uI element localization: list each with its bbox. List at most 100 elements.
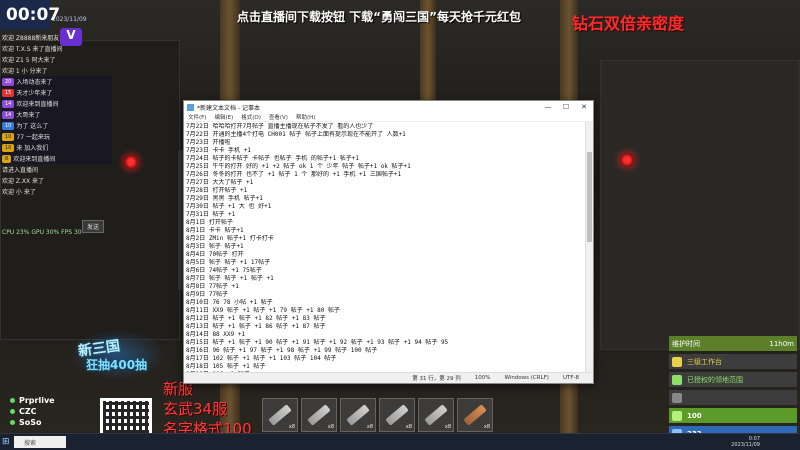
minimize-button[interactable]: — bbox=[539, 103, 557, 111]
fan-level-badge: 14 bbox=[2, 99, 15, 108]
chat-message: 10 77 一起来玩 bbox=[0, 131, 112, 142]
item-count: x8 bbox=[444, 424, 451, 430]
text-line: 8月13日 帖子 +1 帖子 +1 86 帖子 +1 87 帖子 bbox=[186, 323, 326, 330]
text-line: 8月10日 76 78 小帖 +1 帖子 bbox=[186, 299, 273, 306]
hotbar: x8 x8 x8 x8 x8 x8 bbox=[262, 398, 493, 432]
notepad-icon bbox=[187, 103, 194, 111]
hotbar-slot[interactable]: x8 bbox=[457, 398, 493, 432]
chat-message: 欢迎 T.X.S 来了直播间 bbox=[0, 43, 112, 54]
text-line: 8月12日 帖子 +1 帖子 +1 82 帖子 +1 83 帖子 bbox=[186, 315, 326, 322]
status-icon bbox=[672, 392, 682, 403]
windows-start-icon[interactable]: ⊞ bbox=[2, 437, 10, 447]
text-line: 8月4日 70帖子 打开 bbox=[186, 251, 244, 258]
menu-item[interactable]: 查看(V) bbox=[269, 113, 288, 121]
menu-item[interactable]: 格式(O) bbox=[241, 113, 261, 121]
menu-item[interactable]: 编辑(E) bbox=[214, 113, 233, 121]
text-line: 7月22日 开通的主播4个打电 CH001 帖子 帖子上面有提示现在不能开了 人… bbox=[186, 131, 406, 138]
chat-message: 欢迎 Z8888新来朋友 bbox=[0, 32, 112, 43]
chat-text: 欢迎 Z8888新来朋友 bbox=[2, 35, 60, 42]
text-line: 8月15日 帖子 +1 帖子 +1 90 帖子 +1 91 帖子 +1 92 帖… bbox=[186, 339, 449, 346]
chat-message: 15 天才少年来了 bbox=[0, 87, 112, 98]
maintenance-row: 维护时间 11h0m bbox=[669, 336, 797, 351]
chat-message: 14 欢迎来到直播间 bbox=[0, 98, 112, 109]
item-count: x8 bbox=[483, 424, 490, 430]
item-count: x8 bbox=[366, 424, 373, 430]
online-dot-icon bbox=[10, 409, 15, 414]
chat-message: 欢迎 1 小 分来了 bbox=[0, 65, 112, 76]
taskbar-search[interactable]: 搜索 bbox=[14, 436, 66, 448]
chat-message: 10 来 加入我们 bbox=[0, 142, 112, 153]
text-line: 7月31日 帖子 +1 bbox=[186, 211, 236, 218]
taskbar-date: 2023/11/09 bbox=[731, 442, 760, 448]
notepad-titlebar[interactable]: *新建文本文档 - 记事本 — ☐ ✕ bbox=[184, 101, 593, 113]
hotbar-slot[interactable]: x8 bbox=[340, 398, 376, 432]
player-list: Prprlive CZC SoSo bbox=[10, 395, 55, 428]
vertical-scrollbar[interactable] bbox=[585, 122, 593, 372]
chat-text: 大哥来了 bbox=[16, 112, 41, 119]
text-line: 7月26日 冬冬的打开 也不了 +1 帖子 1 个 那好的 +1 手机 +1 三… bbox=[186, 171, 402, 178]
hotbar-slot[interactable]: x8 bbox=[379, 398, 415, 432]
promo-line-2: 玄武34服 bbox=[163, 400, 228, 418]
chat-text: 欢迎来到直播间 bbox=[16, 101, 59, 108]
item-count: x8 bbox=[288, 424, 295, 430]
chat-message: 10 为了 这么了 bbox=[0, 120, 112, 131]
fan-level-badge: 10 bbox=[2, 143, 15, 152]
hotbar-slot[interactable]: x8 bbox=[262, 398, 298, 432]
text-line: 8月18日 105 帖子 +1 帖子 bbox=[186, 363, 266, 370]
notepad-statusbar: 第 31 行，第 29 列 100% Windows (CRLF) UTF-8 bbox=[184, 372, 593, 383]
notepad-text-area[interactable]: 7月22日 哈哈哈打开7月帖子 直播主播现在帖子不发了 看的人也少了 7月22日 … bbox=[184, 122, 585, 372]
weapon-icon bbox=[463, 404, 487, 426]
fan-level-badge: 20 bbox=[2, 77, 15, 86]
health-icon bbox=[672, 410, 682, 421]
maximize-button[interactable]: ☐ bbox=[557, 103, 575, 111]
notepad-window[interactable]: *新建文本文档 - 记事本 — ☐ ✕ 文件(F) 编辑(E) 格式(O) 查看(V)… bbox=[183, 100, 594, 384]
fan-level-badge: 8 bbox=[2, 154, 12, 163]
close-button[interactable]: ✕ bbox=[575, 103, 593, 111]
text-line: 7月28日 打开帖子 +1 bbox=[186, 187, 248, 194]
fan-level-badge: 14 bbox=[2, 110, 15, 119]
scrollbar-thumb[interactable] bbox=[587, 152, 592, 242]
empty-row bbox=[669, 390, 797, 405]
online-dot-icon bbox=[10, 398, 15, 403]
taskbar-clock[interactable]: 0:07 2023/11/09 bbox=[731, 436, 760, 448]
diamond-banner: 钻石双倍亲密度 bbox=[572, 14, 685, 33]
notepad-title: *新建文本文档 - 记事本 bbox=[197, 104, 260, 112]
encoding: UTF-8 bbox=[562, 375, 579, 381]
chat-text: 为了 这么了 bbox=[16, 123, 49, 130]
hotbar-slot[interactable]: x8 bbox=[301, 398, 337, 432]
land-label: 已授权的领地范围 bbox=[687, 375, 743, 384]
text-line: 8月11日 XX9 帖子 +1 帖子 +1 79 帖子 +1 80 帖子 bbox=[186, 307, 340, 314]
windows-taskbar: ⊞ 搜索 0:07 2023/11/09 bbox=[0, 433, 800, 450]
weapon-icon bbox=[385, 404, 409, 426]
text-line: 8月16日 96 帖子 +1 97 帖子 +1 98 帖子 +1 99 帖子 1… bbox=[186, 347, 378, 354]
chat-text: 天才少年来了 bbox=[16, 90, 53, 97]
menu-item[interactable]: 帮助(H) bbox=[296, 113, 315, 121]
text-line: 7月29日 黑黑 手机 帖子+1 bbox=[186, 195, 263, 202]
text-line: 7月30日 帖子 +1 大 也 好+1 bbox=[186, 203, 272, 210]
weapon-icon bbox=[424, 404, 448, 426]
hotbar-slot[interactable]: x8 bbox=[418, 398, 454, 432]
chat-message: 20 入场动态来了 bbox=[0, 76, 112, 87]
download-banner: 点击直播间下载按钮 下载“勇闯三国”每天抢千元红包 bbox=[237, 10, 521, 24]
workbench-label: 三级工作台 bbox=[687, 357, 722, 366]
weapon-icon bbox=[307, 404, 331, 426]
text-line: 8月17日 102 帖子 +1 帖子 +1 103 帖子 104 帖子 bbox=[186, 355, 337, 362]
stream-date: 2023/11/09 bbox=[52, 16, 87, 23]
zoom-level: 100% bbox=[474, 375, 491, 381]
notepad-menubar: 文件(F) 编辑(E) 格式(O) 查看(V) 帮助(H) bbox=[184, 113, 593, 122]
text-line: 8月8日 77帖子 +1 bbox=[186, 283, 239, 290]
red-light-right bbox=[620, 153, 634, 167]
chat-text: 入场动态来了 bbox=[16, 79, 53, 86]
line-ending: Windows (CRLF) bbox=[504, 375, 549, 381]
send-button[interactable]: 发送 bbox=[82, 220, 105, 233]
chat-text: 欢迎 小 来了 bbox=[2, 189, 36, 196]
menu-item[interactable]: 文件(F) bbox=[188, 113, 206, 121]
fan-level-badge: 10 bbox=[2, 121, 15, 130]
chat-text: 欢迎来到直播间 bbox=[13, 156, 56, 163]
text-line: 8月6日 74帖子 +1 75帖子 bbox=[186, 267, 262, 274]
player-item: CZC bbox=[10, 406, 55, 417]
text-line: 8月3日 帖子 帖子+1 bbox=[186, 243, 244, 250]
cursor-position: 第 31 行，第 29 列 bbox=[412, 376, 461, 382]
weapon-icon bbox=[346, 404, 370, 426]
player-item: SoSo bbox=[10, 417, 55, 428]
